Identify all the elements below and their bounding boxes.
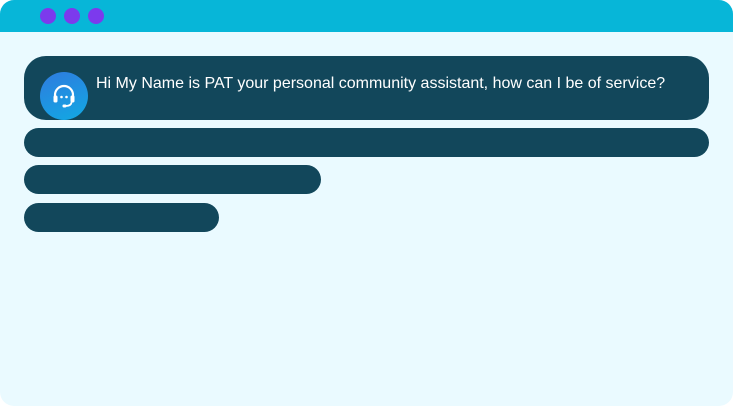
title-bar [0, 0, 733, 32]
window-control-dot[interactable] [88, 8, 104, 24]
headset-support-icon [53, 84, 75, 108]
app-window: Hi My Name is PAT your personal communit… [0, 0, 733, 406]
loading-placeholder-line [24, 203, 219, 232]
assistant-message-bubble: Hi My Name is PAT your personal communit… [24, 56, 709, 120]
loading-placeholder-line [24, 165, 321, 194]
assistant-message-text: Hi My Name is PAT your personal communit… [96, 75, 666, 92]
window-control-dot[interactable] [64, 8, 80, 24]
assistant-avatar [40, 72, 88, 120]
window-control-dot[interactable] [40, 8, 56, 24]
loading-placeholder-line [24, 128, 709, 157]
